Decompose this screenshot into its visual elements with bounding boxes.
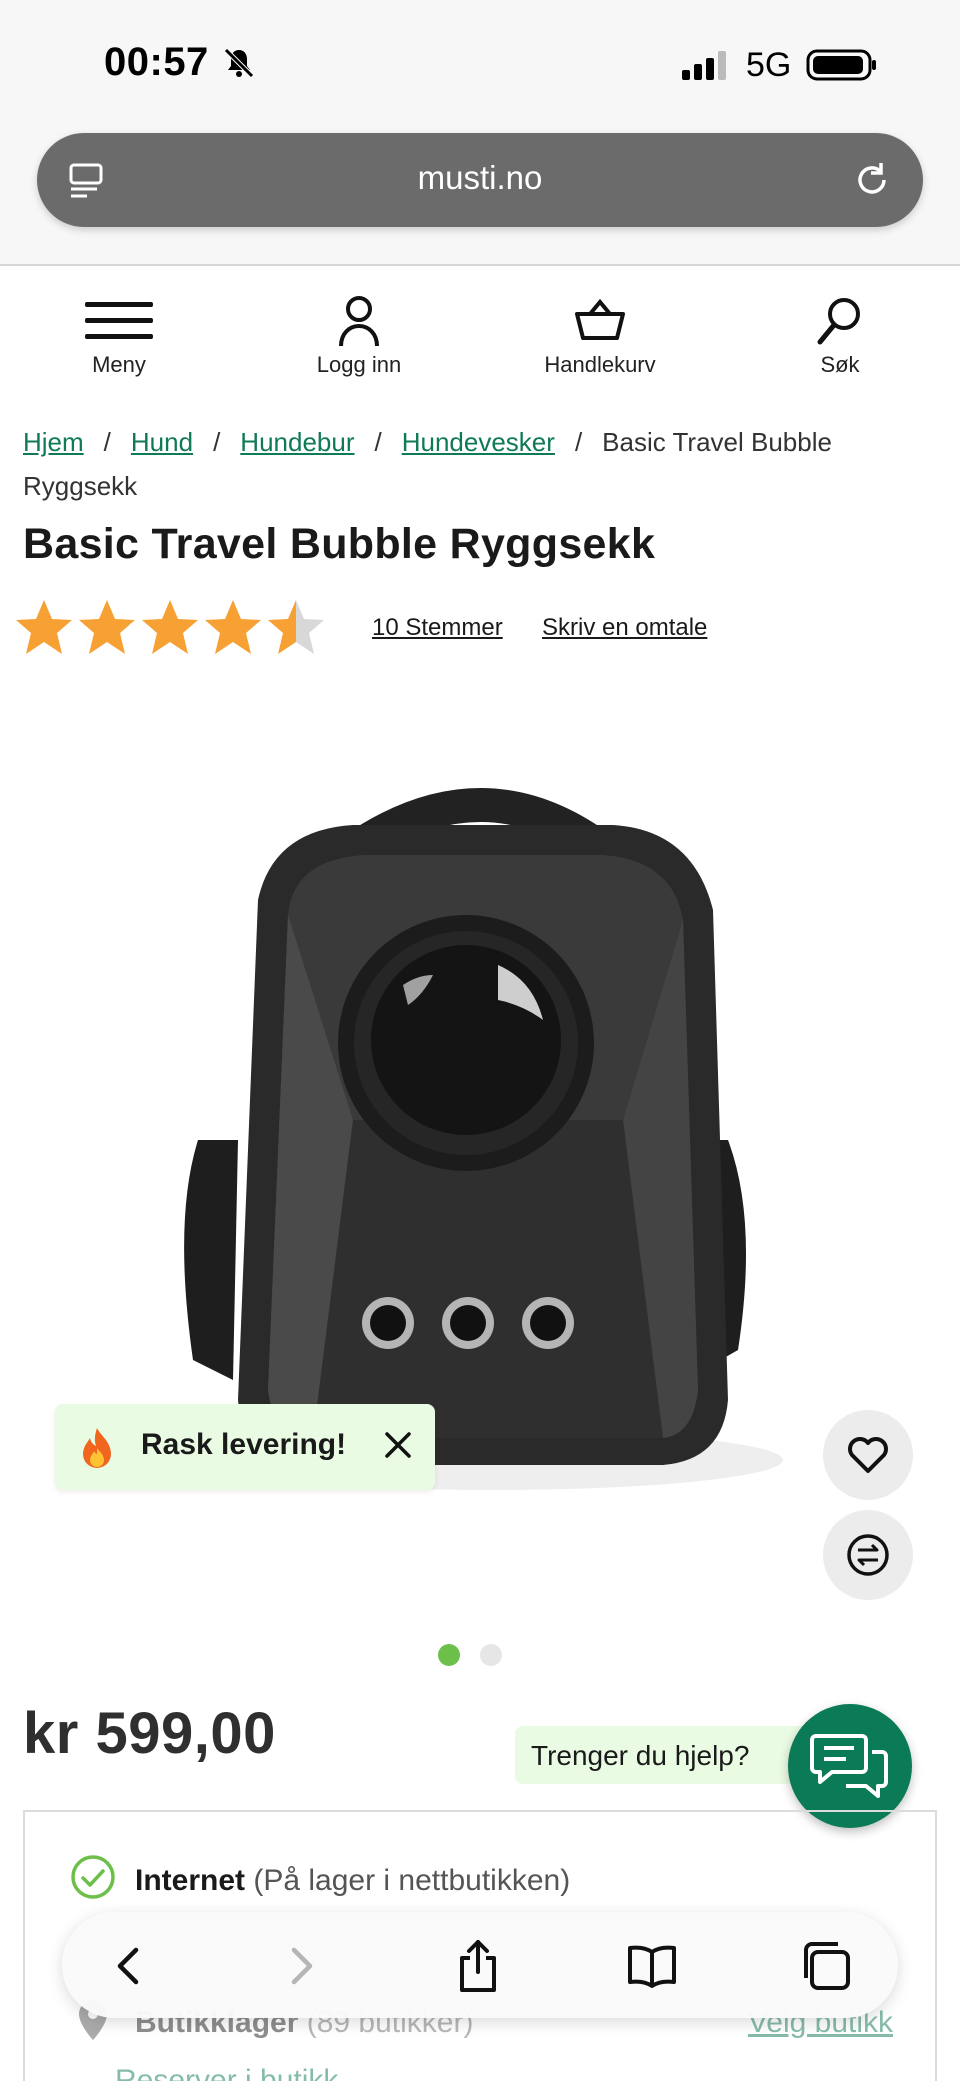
- nav-login[interactable]: Logg inn: [259, 292, 459, 378]
- breadcrumb-link-dog-crates[interactable]: Hundebur: [240, 427, 354, 457]
- heart-icon: [848, 1437, 888, 1473]
- breadcrumb-separator: /: [103, 427, 111, 457]
- carousel-dot-active[interactable]: [438, 1644, 460, 1666]
- nav-cart-label: Handlekurv: [544, 352, 656, 377]
- compare-button[interactable]: [823, 1510, 913, 1600]
- breadcrumb-separator: /: [213, 427, 221, 457]
- internet-stock-label: Internet: [135, 1864, 246, 1897]
- star-icon: [79, 600, 135, 654]
- reserve-in-store-link[interactable]: Reserver i butikk: [115, 2064, 338, 2081]
- browser-address-area: musti.no: [0, 110, 960, 266]
- internet-stock-status: (På lager i nettbutikken): [253, 1864, 571, 1897]
- menu-icon: [85, 302, 153, 339]
- breadcrumb-link-dog-bags[interactable]: Hundevesker: [402, 427, 555, 457]
- signal-icon: [682, 51, 726, 80]
- url-text: musti.no: [417, 159, 543, 196]
- toast-text: Rask levering!: [141, 1428, 347, 1461]
- favorite-button[interactable]: [823, 1410, 913, 1500]
- nav-menu[interactable]: Meny: [19, 292, 219, 378]
- star-half-icon: [268, 600, 324, 654]
- nav-search-label: Søk: [820, 352, 860, 377]
- chat-icon: [810, 1734, 888, 1798]
- product-rating: 10 Stemmer Skriv en omtale: [12, 596, 932, 666]
- bookmarks-icon[interactable]: [624, 1938, 680, 1994]
- search-icon: [817, 298, 860, 345]
- product-title: Basic Travel Bubble Ryggsekk: [23, 520, 656, 568]
- product-price: kr 599,00: [23, 1701, 276, 1766]
- rating-stars[interactable]: [12, 596, 342, 660]
- network-label: 5G: [746, 46, 792, 84]
- star-icon: [16, 600, 72, 654]
- nav-menu-label: Meny: [92, 352, 146, 377]
- carousel-dot[interactable]: [480, 1644, 502, 1666]
- breadcrumb: Hjem / Hund / Hundebur / Hundevesker / Basic Tra…: [23, 420, 933, 508]
- forward-icon[interactable]: [272, 1938, 328, 1994]
- help-chip[interactable]: Trenger du hjelp?: [515, 1726, 815, 1784]
- nav-cart[interactable]: Handlekurv: [500, 292, 700, 378]
- image-carousel-dots: [438, 1644, 508, 1666]
- status-time: 00:57: [104, 40, 209, 84]
- star-icon: [205, 600, 261, 654]
- write-review-link[interactable]: Skriv en omtale: [542, 614, 707, 642]
- nav-search[interactable]: Søk: [740, 292, 940, 378]
- user-icon: [339, 296, 379, 347]
- nav-login-label: Logg inn: [316, 352, 402, 377]
- breadcrumb-link-dog[interactable]: Hund: [131, 427, 193, 457]
- fast-delivery-toast: Rask levering!: [55, 1404, 435, 1490]
- back-icon[interactable]: [102, 1938, 158, 1994]
- battery-icon: [806, 49, 876, 81]
- address-bar[interactable]: musti.no: [37, 133, 923, 227]
- votes-link[interactable]: 10 Stemmer: [372, 614, 503, 642]
- breadcrumb-link-home[interactable]: Hjem: [23, 427, 84, 457]
- help-chip-label: Trenger du hjelp?: [531, 1740, 750, 1771]
- fire-icon: [83, 1428, 111, 1468]
- site-nav: Meny Logg inn Handlekurv Søk: [0, 268, 960, 398]
- tabs-overview-icon[interactable]: [798, 1938, 854, 1994]
- check-circle-icon: [71, 1855, 115, 1899]
- compare-icon: [847, 1534, 889, 1576]
- bell-muted-icon: [224, 48, 254, 78]
- breadcrumb-separator: /: [374, 427, 382, 457]
- basket-icon: [575, 298, 625, 340]
- internet-stock: Internet (På lager i nettbutikken): [135, 1864, 570, 1898]
- browser-toolbar: [62, 1912, 898, 2018]
- share-icon[interactable]: [450, 1938, 506, 1994]
- reload-icon[interactable]: [851, 159, 893, 201]
- close-icon[interactable]: [383, 1430, 413, 1460]
- star-icon: [142, 600, 198, 654]
- breadcrumb-separator: /: [574, 427, 583, 457]
